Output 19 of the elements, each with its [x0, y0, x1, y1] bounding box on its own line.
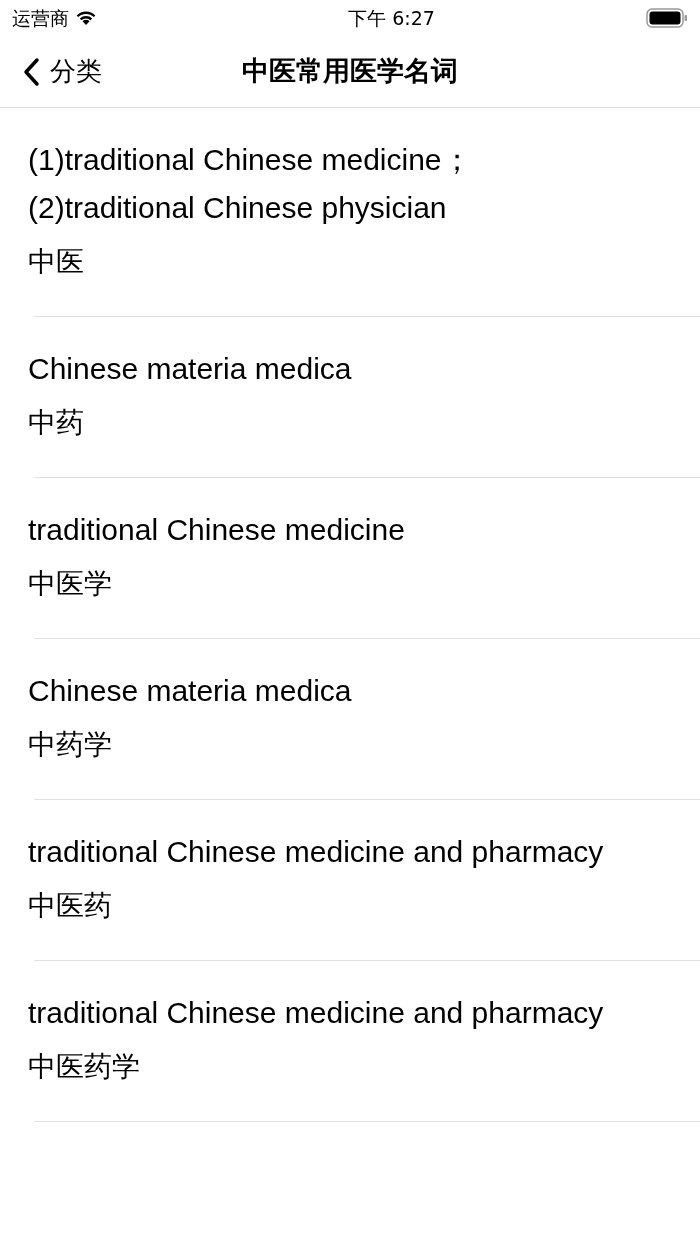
- battery-icon: [646, 8, 688, 28]
- term-english: Chinese materia medica: [28, 673, 353, 709]
- term-chinese: 中医药: [28, 888, 113, 924]
- wifi-icon: [75, 10, 97, 26]
- term-english: Chinese materia medica: [28, 351, 353, 387]
- chevron-left-icon: [22, 56, 40, 87]
- page-title: 中医常用医学名词: [242, 54, 458, 89]
- term-chinese: 中药: [28, 405, 85, 441]
- term-english: (1)traditional Chinese medicine； (2)traditional Chinese physician: [28, 142, 473, 226]
- term-chinese: 中医学: [28, 566, 113, 602]
- carrier-label: 运营商: [12, 5, 69, 31]
- term-chinese: 中药学: [28, 727, 113, 763]
- time-label: 下午 6:27: [348, 5, 435, 31]
- term-english: traditional Chinese medicine and pharmacy: [28, 995, 605, 1031]
- term-chinese: 中医: [28, 244, 85, 280]
- term-english: traditional Chinese medicine: [28, 512, 406, 548]
- back-button[interactable]: 分类: [0, 52, 102, 91]
- term-english: traditional Chinese medicine and pharmacy: [28, 834, 605, 870]
- term-chinese: 中医药学: [28, 1049, 141, 1085]
